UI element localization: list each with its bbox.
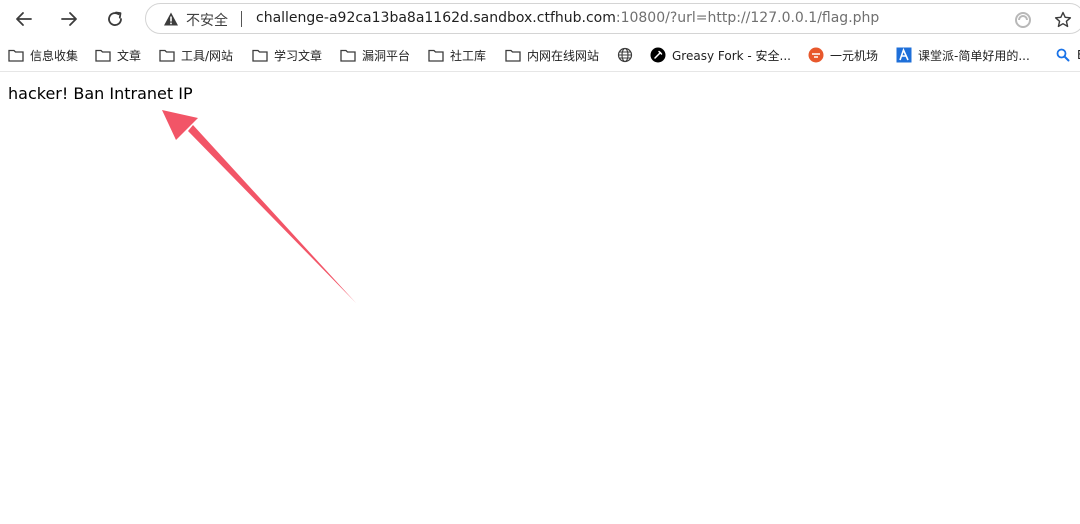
reload-button[interactable]: [100, 4, 130, 34]
bookmark-label: 漏洞平台: [362, 48, 411, 63]
bookmark-label: 内网在线网站: [527, 48, 600, 63]
bookmark-label: 文章: [117, 48, 142, 63]
folder-icon: [159, 47, 175, 63]
greasyfork-icon: [650, 47, 666, 63]
back-button[interactable]: [9, 4, 39, 34]
bookmark-label: 一元机场: [830, 48, 879, 63]
bookmark-yiyuan[interactable]: 一元机场: [808, 45, 878, 65]
url-host: challenge-a92ca13ba8a1162d.sandbox.ctfhu…: [256, 10, 616, 26]
response-message: hacker! Ban Intranet IP: [8, 84, 193, 103]
bookmark-folder[interactable]: 内网在线网站: [505, 45, 599, 65]
back-arrow-icon: [16, 12, 32, 26]
bookmark-folder[interactable]: 社工库: [428, 45, 486, 65]
address-bar[interactable]: 不安全 challenge-a92ca13ba8a1162d.sandbox.c…: [145, 3, 1080, 34]
orange-circle-icon: [808, 47, 824, 63]
warning-icon[interactable]: [162, 10, 180, 28]
bookmark-folder[interactable]: 学习文章: [252, 45, 322, 65]
bookmark-label: Greasy Fork - 安全...: [672, 48, 791, 63]
bookmarks-bar: 信息收集 文章 工具/网站 学习文章 漏洞平台 社工库 内网在线网站 Greas…: [0, 38, 1080, 72]
insecure-label[interactable]: 不安全: [186, 10, 228, 30]
folder-icon: [428, 47, 444, 63]
forward-button[interactable]: [54, 4, 84, 34]
folder-icon: [505, 47, 521, 63]
folder-icon: [8, 47, 24, 63]
bookmark-search[interactable]: E: [1055, 45, 1080, 65]
search-icon: [1055, 47, 1071, 63]
folder-icon: [252, 47, 268, 63]
bookmark-ketangpai[interactable]: 课堂派-简单好用的...: [896, 45, 1030, 65]
bookmark-folder[interactable]: 漏洞平台: [340, 45, 410, 65]
bookmark-label: 学习文章: [274, 48, 323, 63]
page-content: hacker! Ban Intranet IP: [0, 72, 1080, 524]
bookmark-label: 课堂派-简单好用的...: [918, 48, 1030, 63]
divider: [241, 11, 242, 27]
favorite-star-icon[interactable]: [1052, 9, 1074, 31]
bookmark-folder[interactable]: 文章: [95, 45, 141, 65]
bookmark-label: 信息收集: [30, 48, 79, 63]
url-text[interactable]: challenge-a92ca13ba8a1162d.sandbox.ctfhu…: [256, 10, 879, 26]
read-aloud-icon[interactable]: [1012, 9, 1034, 31]
bookmark-folder[interactable]: 工具/网站: [159, 45, 233, 65]
globe-icon: [617, 47, 633, 63]
bookmark-label: 工具/网站: [181, 48, 234, 63]
bookmark-greasyfork[interactable]: Greasy Fork - 安全...: [650, 45, 791, 65]
bookmark-folder[interactable]: 信息收集: [8, 45, 78, 65]
ketangpai-icon: [896, 47, 912, 63]
bookmark-globe[interactable]: [617, 45, 639, 65]
bookmark-label: 社工库: [450, 48, 487, 63]
reload-icon: [108, 11, 122, 26]
url-path: :10800/?url=http://127.0.0.1/flag.php: [615, 10, 880, 26]
folder-icon: [95, 47, 111, 63]
browser-toolbar: 不安全 challenge-a92ca13ba8a1162d.sandbox.c…: [0, 0, 1080, 38]
folder-icon: [340, 47, 356, 63]
forward-arrow-icon: [61, 12, 77, 26]
